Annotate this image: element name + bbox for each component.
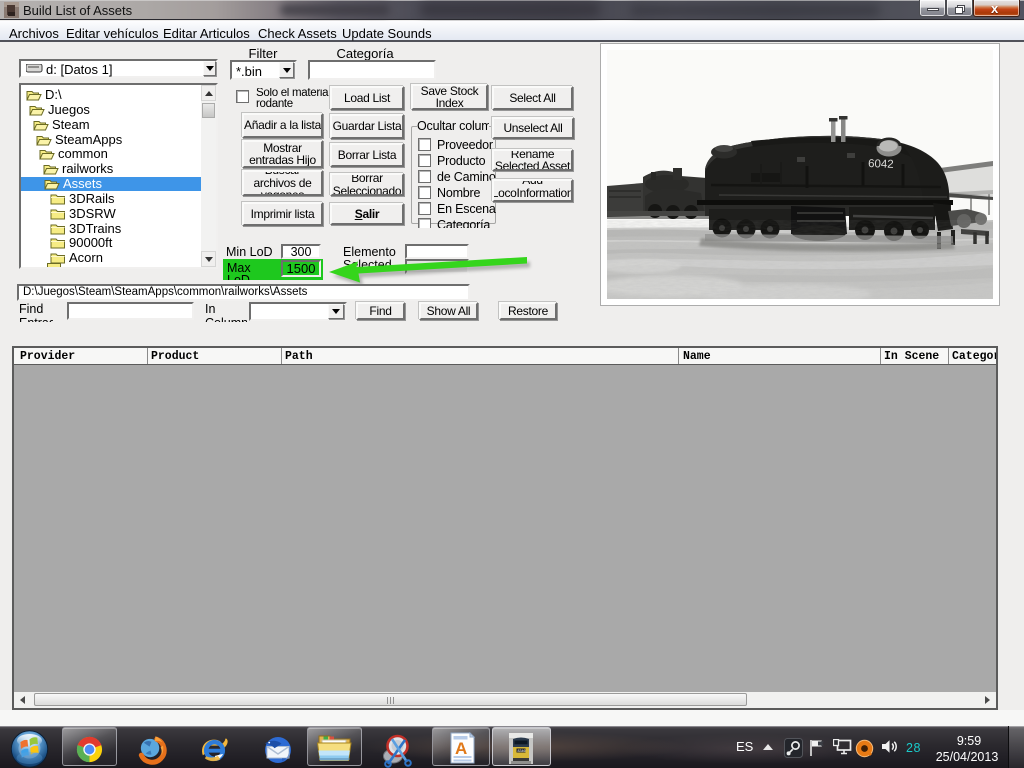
svg-text:A: A	[455, 739, 467, 758]
svg-text:6042: 6042	[868, 158, 894, 171]
svg-text:8346: 8346	[518, 749, 526, 753]
